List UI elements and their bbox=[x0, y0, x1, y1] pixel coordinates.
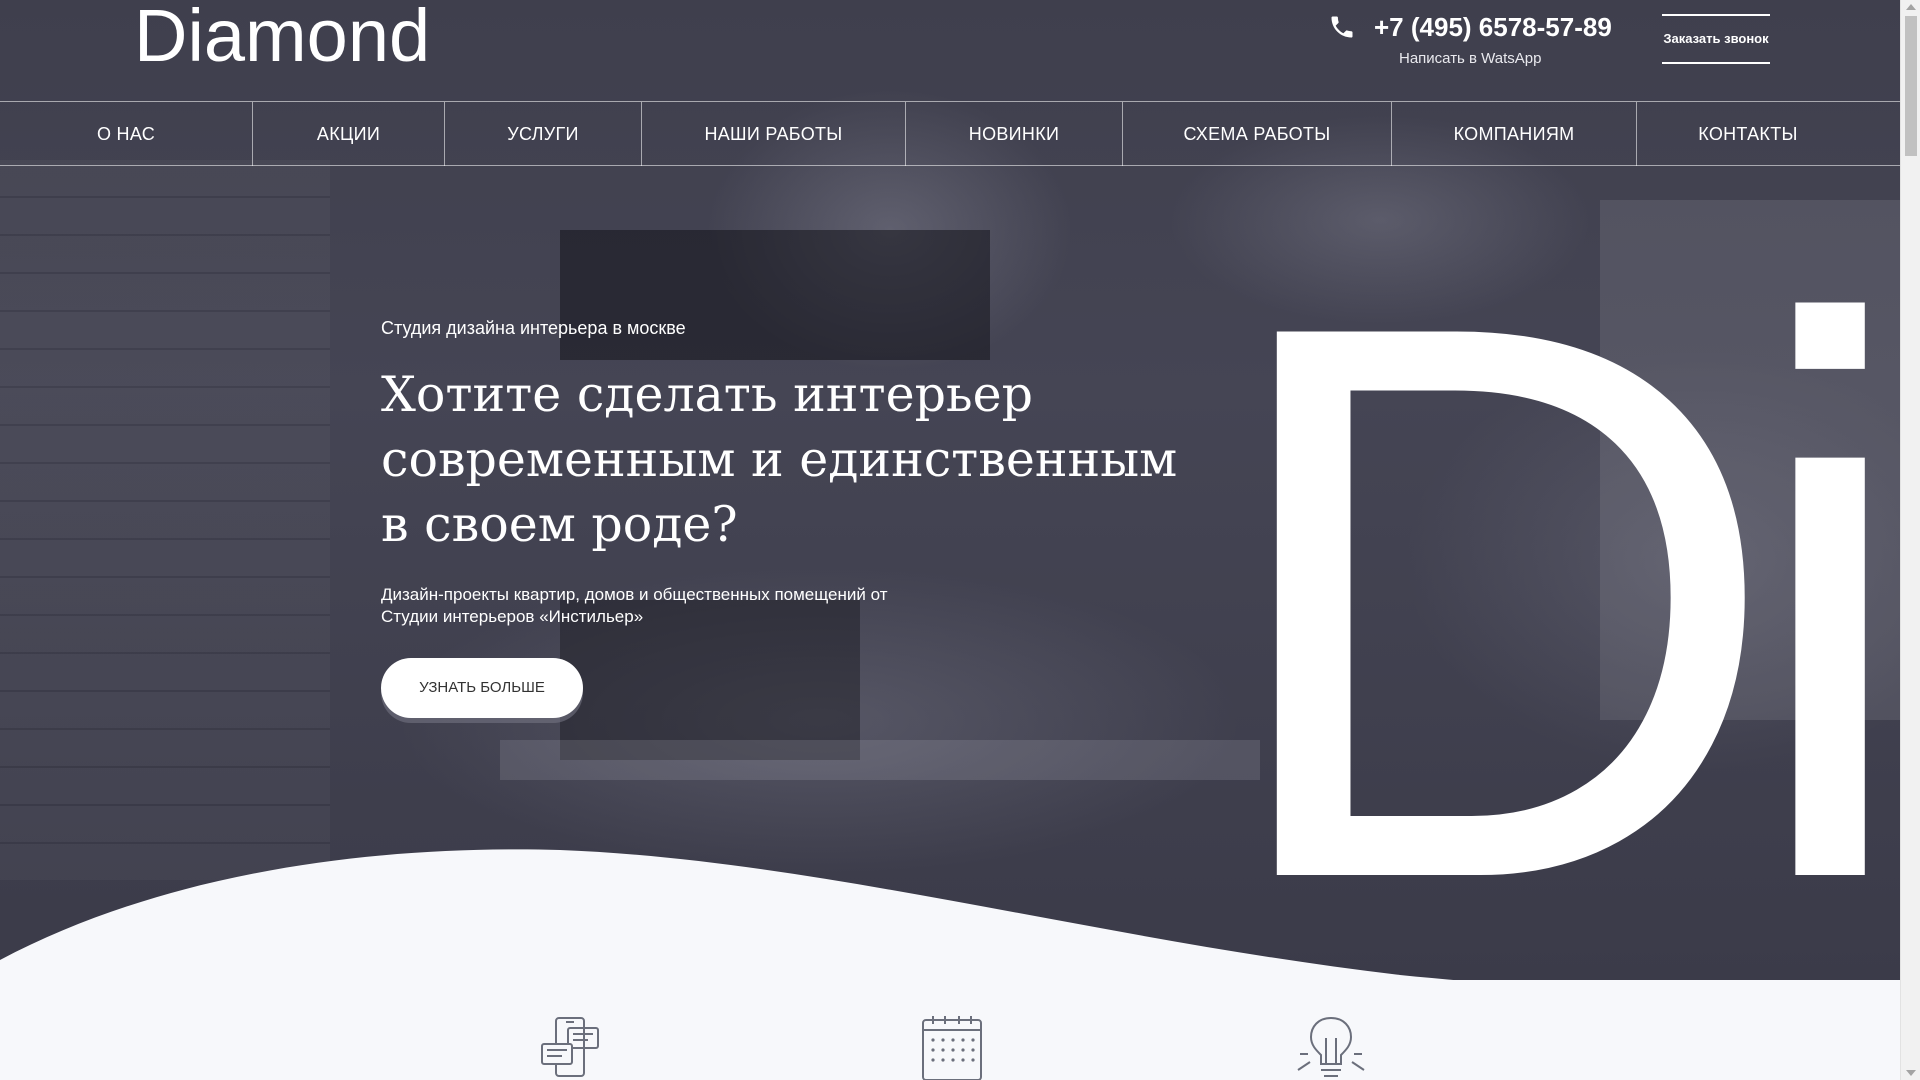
nav-item-promotions[interactable]: АКЦИИ bbox=[253, 102, 445, 166]
page: Diamond +7 (495) 6578-57-89 Написать в W… bbox=[0, 0, 1900, 1080]
hero-description: Дизайн-проекты квартир, домов и обществе… bbox=[381, 585, 888, 626]
nav-item-about[interactable]: О НАС bbox=[0, 102, 253, 166]
scroll-thumb[interactable] bbox=[1905, 16, 1917, 156]
hero-title: Хотите сделать интерьер современным и ед… bbox=[381, 366, 1178, 553]
nav-item-new[interactable]: НОВИНКИ bbox=[906, 102, 1123, 166]
nav-item-contacts[interactable]: КОНТАКТЫ bbox=[1637, 102, 1859, 166]
nav-item-services[interactable]: УСЛУГИ bbox=[445, 102, 642, 166]
main-nav: О НАС АКЦИИ УСЛУГИ НАШИ РАБОТЫ НОВИНКИ С… bbox=[0, 102, 1900, 166]
nav-item-portfolio[interactable]: НАШИ РАБОТЫ bbox=[642, 102, 906, 166]
calendar-icon bbox=[917, 1014, 987, 1080]
callback-button[interactable]: Заказать звонок bbox=[1662, 14, 1770, 64]
nav-item-workflow[interactable]: СХЕМА РАБОТЫ bbox=[1123, 102, 1392, 166]
scroll-up-arrow-icon[interactable] bbox=[1906, 4, 1916, 10]
scroll-down-arrow-icon[interactable] bbox=[1906, 1070, 1916, 1076]
chat-icon bbox=[538, 1014, 608, 1080]
page-scrollbar[interactable] bbox=[1900, 0, 1920, 1080]
whatsapp-link[interactable]: Написать в WatsApp bbox=[1399, 49, 1541, 69]
nav-item-companies[interactable]: КОМПАНИЯМ bbox=[1392, 102, 1637, 166]
learn-more-button[interactable]: УЗНАТЬ БОЛЬШЕ bbox=[381, 658, 583, 718]
phone-number[interactable]: +7 (495) 6578-57-89 bbox=[1374, 11, 1612, 43]
contact-block: +7 (495) 6578-57-89 Написать в WatsApp bbox=[1328, 11, 1628, 71]
background-range-hood bbox=[560, 230, 990, 360]
background-shelves bbox=[1600, 200, 1900, 720]
hero-subtitle: Студия дизайна интерьера в москве bbox=[381, 318, 686, 338]
lightbulb-icon bbox=[1296, 1014, 1366, 1080]
site-logo[interactable]: Diamond bbox=[134, 0, 430, 76]
phone-icon bbox=[1328, 13, 1356, 41]
background-cabinets bbox=[0, 160, 330, 880]
background-counter bbox=[500, 740, 1260, 780]
site-header: Diamond +7 (495) 6578-57-89 Написать в W… bbox=[0, 0, 1900, 102]
